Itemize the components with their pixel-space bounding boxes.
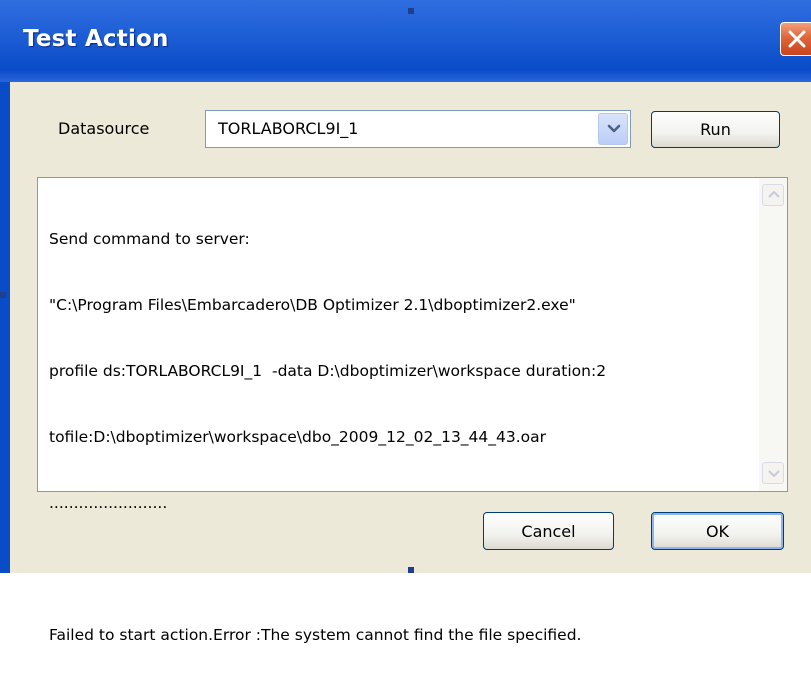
- output-line: Send command to server:: [49, 230, 250, 248]
- ok-button[interactable]: OK: [651, 512, 784, 550]
- output-line: tofile:D:\dboptimizer\workspace\dbo_2009…: [49, 428, 547, 446]
- close-button[interactable]: [780, 22, 811, 56]
- datasource-label: Datasource: [58, 119, 150, 138]
- window-frame-left: [0, 82, 10, 573]
- resize-handle: [0, 292, 6, 298]
- output-line: ........................: [49, 494, 168, 512]
- resize-handle: [408, 8, 414, 14]
- output-text: Send command to server: "C:\Program File…: [49, 184, 753, 690]
- dropdown-button[interactable]: [598, 113, 628, 145]
- output-log[interactable]: Send command to server: "C:\Program File…: [37, 177, 788, 644]
- output-line: profile ds:TORLABORCL9I_1 -data D:\dbopt…: [49, 362, 607, 380]
- datasource-value: TORLABORCL9I_1: [218, 119, 359, 138]
- title-bar[interactable]: Test Action: [0, 0, 811, 82]
- vertical-scrollbar[interactable]: [759, 178, 787, 491]
- output-line-blank: [49, 558, 753, 580]
- run-button[interactable]: Run: [651, 111, 780, 148]
- scroll-down-button[interactable]: [762, 462, 784, 484]
- output-line: "C:\Program Files\Embarcadero\DB Optimiz…: [49, 296, 576, 314]
- output-line: Failed to start action.Error :The system…: [49, 626, 582, 644]
- window-title: Test Action: [23, 26, 169, 52]
- cancel-button[interactable]: Cancel: [483, 512, 614, 550]
- scroll-up-button[interactable]: [762, 184, 784, 206]
- datasource-select[interactable]: TORLABORCL9I_1: [205, 110, 631, 148]
